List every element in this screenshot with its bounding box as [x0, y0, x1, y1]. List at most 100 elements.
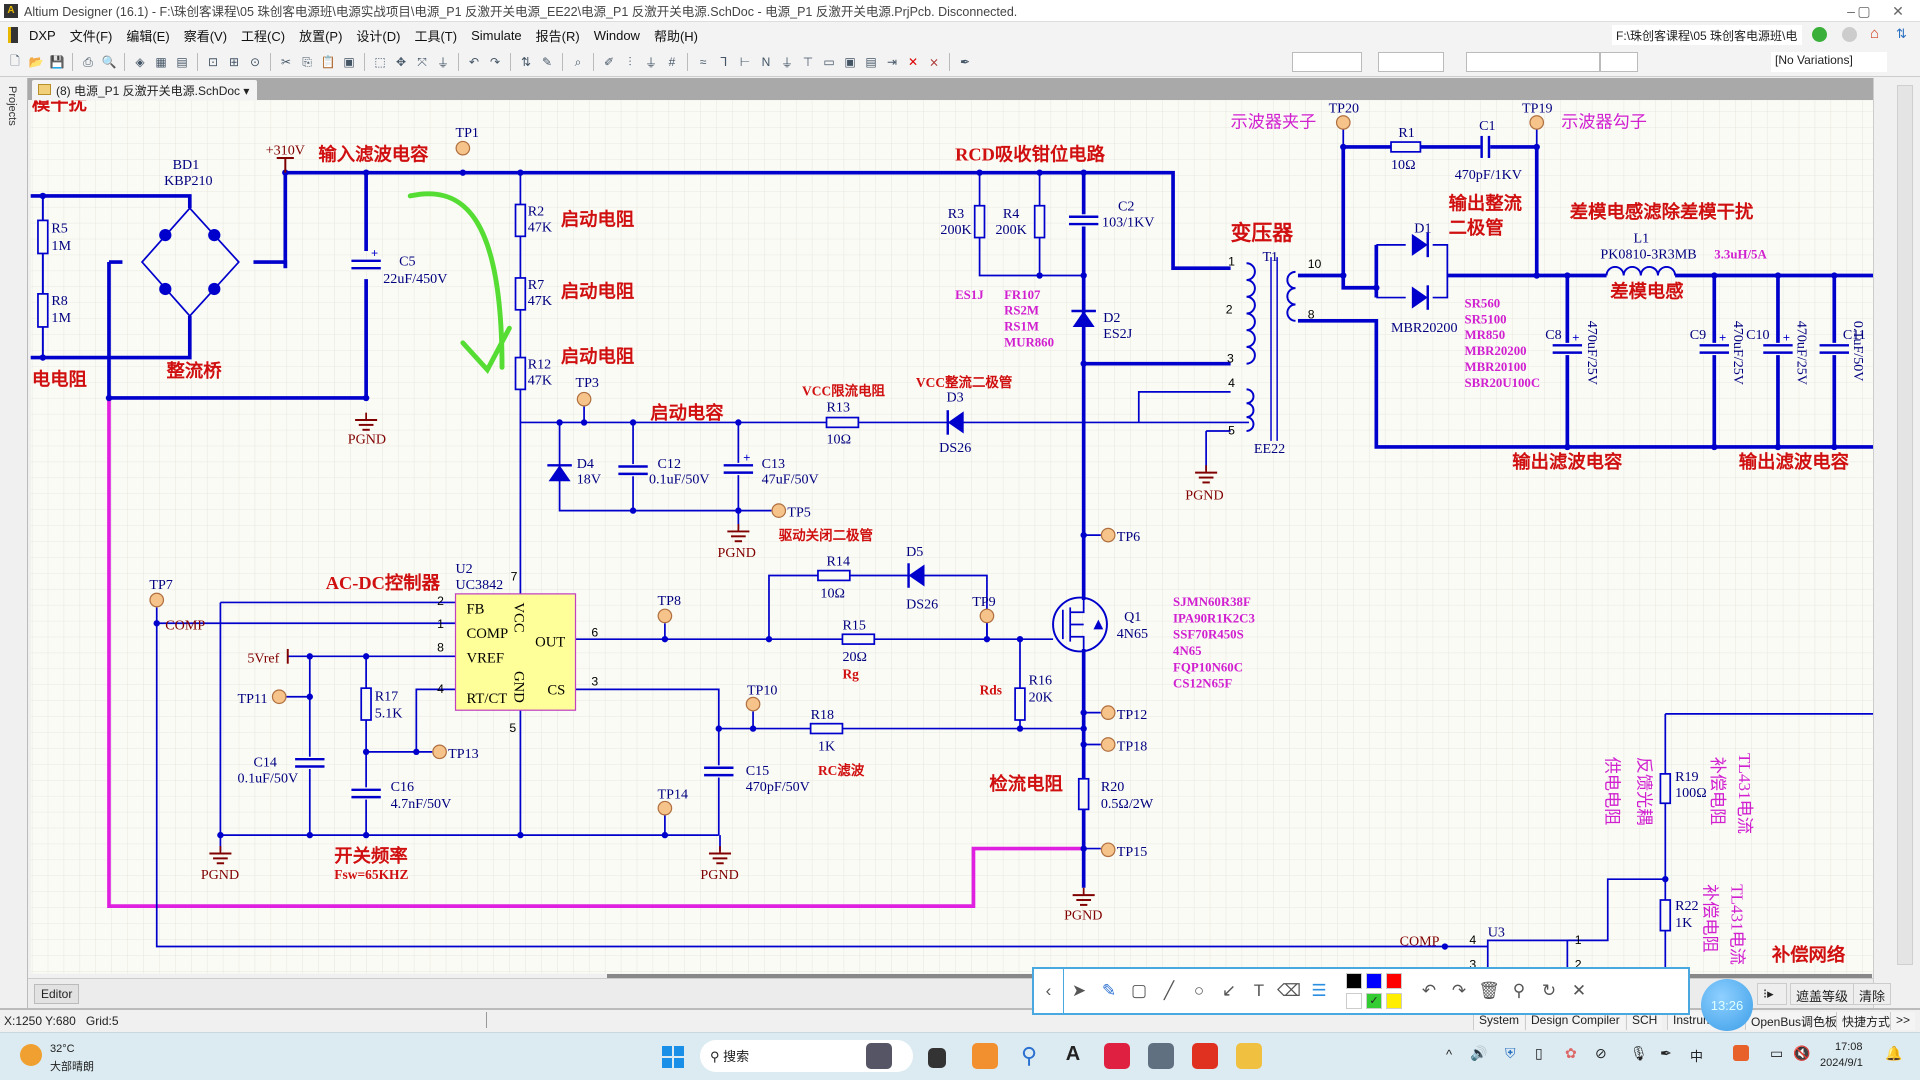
vcc-icon[interactable]: ⊤ [799, 53, 817, 71]
taskbar-taskview-icon[interactable] [928, 1048, 946, 1068]
taskbar-altium-icon[interactable]: A [1060, 1043, 1086, 1069]
editor-tab[interactable]: Editor [34, 984, 80, 1004]
menu-file[interactable]: 文件(F) [63, 26, 120, 45]
notification-icon[interactable]: 🔔 [1885, 1045, 1902, 1062]
projects-panel-tab[interactable]: Projects [0, 78, 28, 1008]
clear-button[interactable]: 清除 [1853, 983, 1892, 1005]
zoom-fit-icon[interactable]: ⊡ [204, 53, 222, 71]
undo-icon[interactable]: ↶ [465, 53, 483, 71]
menu-edit[interactable]: 编辑(E) [119, 26, 176, 45]
tray-overflow-icon[interactable]: ^ [1446, 1047, 1452, 1062]
color-swatch[interactable] [1386, 973, 1402, 989]
forward-icon[interactable] [1842, 27, 1857, 42]
menu-reports[interactable]: 报告(R) [529, 26, 587, 45]
refresh-icon[interactable]: ⇅ [1896, 26, 1907, 42]
menu-place[interactable]: 放置(P) [292, 26, 349, 45]
highlight-icon[interactable]: ✎ [538, 53, 556, 71]
vertical-scrollbar[interactable] [1897, 85, 1913, 965]
line-icon[interactable]: ╱ [1154, 981, 1184, 1001]
paste-icon[interactable]: 📋 [319, 53, 337, 71]
home-icon[interactable]: ⌂ [1870, 25, 1879, 42]
bus-entry-icon[interactable]: ⊢ [736, 53, 754, 71]
sogou-icon[interactable] [1733, 1045, 1749, 1061]
panel-more[interactable]: >> [1890, 1012, 1916, 1030]
menu-view[interactable]: 察看(V) [177, 26, 234, 45]
tab-schdoc[interactable]: (8) 电源_P1 反激开关电源.SchDoc ▾ [32, 80, 258, 100]
taskbar-app-cloud-icon[interactable] [972, 1043, 998, 1069]
open-icon[interactable]: 📂 [27, 53, 45, 71]
hierarchy-icon[interactable]: ⇅ [517, 53, 535, 71]
line-width-icon[interactable]: ☰ [1304, 981, 1334, 1001]
taskbar-pdf-icon[interactable] [1192, 1043, 1218, 1069]
gnd-icon[interactable]: ⏚ [778, 53, 796, 71]
delete-icon[interactable]: 🗑 [1474, 981, 1504, 1001]
sheet-icon[interactable]: ▤ [173, 53, 191, 71]
sheet-entry-icon[interactable]: ▤ [862, 53, 880, 71]
taskbar-calculator-icon[interactable] [1148, 1043, 1174, 1069]
mic-icon[interactable]: 🎙 [1630, 1045, 1648, 1062]
grid-icon[interactable]: # [663, 53, 681, 71]
net-label-icon[interactable]: N [757, 53, 775, 71]
port-icon[interactable]: ⇥ [883, 53, 901, 71]
volume-icon[interactable]: 🔊 [1470, 1045, 1487, 1062]
no-erc2-icon[interactable]: ⨯ [925, 53, 943, 71]
align-icon[interactable]: ⫶ [621, 53, 639, 71]
eraser-icon[interactable]: ⌫ [1274, 981, 1304, 1001]
new-icon[interactable]: 🗋 [6, 53, 24, 71]
rubber-stamp-icon[interactable]: ▣ [340, 53, 358, 71]
menu-help[interactable]: 帮助(H) [647, 26, 705, 45]
color-swatch[interactable] [1346, 973, 1362, 989]
pen-icon[interactable]: ✒ [956, 53, 974, 71]
part-icon[interactable]: ▭ [820, 53, 838, 71]
maximize-button[interactable]: ▢ [1852, 0, 1876, 22]
mute-icon[interactable]: 🔇 [1793, 1045, 1810, 1062]
combo-4[interactable] [1600, 52, 1638, 72]
save-icon[interactable]: 💾 [48, 53, 66, 71]
pointer-icon[interactable]: ➤ [1064, 981, 1094, 1001]
combo-1[interactable] [1292, 52, 1362, 72]
print-icon[interactable]: ⎙ [79, 53, 97, 71]
app-tray-icon[interactable]: ✿ [1565, 1045, 1577, 1062]
color-swatch[interactable] [1366, 973, 1382, 989]
menu-project[interactable]: 工程(C) [234, 26, 292, 45]
place-bus-icon[interactable]: ⅂ [715, 53, 733, 71]
taskbar-gorilla-icon[interactable] [866, 1043, 892, 1069]
variations-dropdown[interactable]: [No Variations] [1771, 52, 1887, 72]
usb-icon[interactable]: ▯ [1535, 1045, 1543, 1062]
wiring-icon[interactable]: ✐ [600, 53, 618, 71]
menu-window[interactable]: Window [587, 28, 647, 43]
combo-2[interactable] [1378, 52, 1444, 72]
select-icon[interactable]: ⬚ [371, 53, 389, 71]
power-port-icon[interactable]: ⏚ [642, 53, 660, 71]
copy-icon[interactable]: ⎘ [298, 53, 316, 71]
back-icon[interactable] [1812, 27, 1827, 42]
taskbar-record-icon[interactable] [1104, 1043, 1130, 1069]
panel-openbus[interactable]: OpenBus调色板 [1745, 1012, 1843, 1030]
menu-dxp[interactable]: DXP [22, 28, 63, 43]
ellipse-icon[interactable]: ○ [1184, 981, 1214, 1001]
zoom-select-icon[interactable]: ⊙ [246, 53, 264, 71]
clock-bubble[interactable]: 13:26 [1701, 979, 1753, 1031]
deselect-icon[interactable]: ⤧ [413, 53, 431, 71]
zoom-area-icon[interactable]: ⊞ [225, 53, 243, 71]
text-icon[interactable]: T [1244, 981, 1274, 1001]
zoom-icon[interactable]: ⚲ [1504, 981, 1534, 1001]
menu-tools[interactable]: 工具(T) [407, 26, 464, 45]
mask-filter-icon[interactable]: ⁝▸ [1757, 983, 1787, 1005]
path-box[interactable]: F:\珠创客课程\05 珠创客电源班\电 [1612, 25, 1802, 45]
place-wire-icon[interactable]: ≈ [694, 53, 712, 71]
security-icon[interactable]: ⛨ [1505, 1045, 1516, 1062]
network-icon[interactable]: ⊘ [1595, 1045, 1607, 1062]
close-icon[interactable]: ✕ [1564, 981, 1594, 1001]
taskbar-explorer-icon[interactable] [1236, 1043, 1262, 1069]
rotate-icon[interactable]: ↻ [1534, 981, 1564, 1001]
menu-simulate[interactable]: Simulate [464, 28, 529, 43]
sheet-symbol-icon[interactable]: ▣ [841, 53, 859, 71]
pen-icon[interactable]: ✎ [1094, 981, 1124, 1001]
schematic-canvas[interactable]: +++ + +模干扰电电阻BD1KBP210整流桥+310V 输入滤波电容R51MR8… [0, 0, 1920, 1080]
compile-icon[interactable]: ◈ [131, 53, 149, 71]
undo-icon[interactable]: ↶ [1414, 981, 1444, 1001]
cut-icon[interactable]: ✂ [277, 53, 295, 71]
mask-level-button[interactable]: 遮盖等级 [1790, 983, 1855, 1005]
display-icon[interactable]: ▭ [1770, 1045, 1783, 1062]
